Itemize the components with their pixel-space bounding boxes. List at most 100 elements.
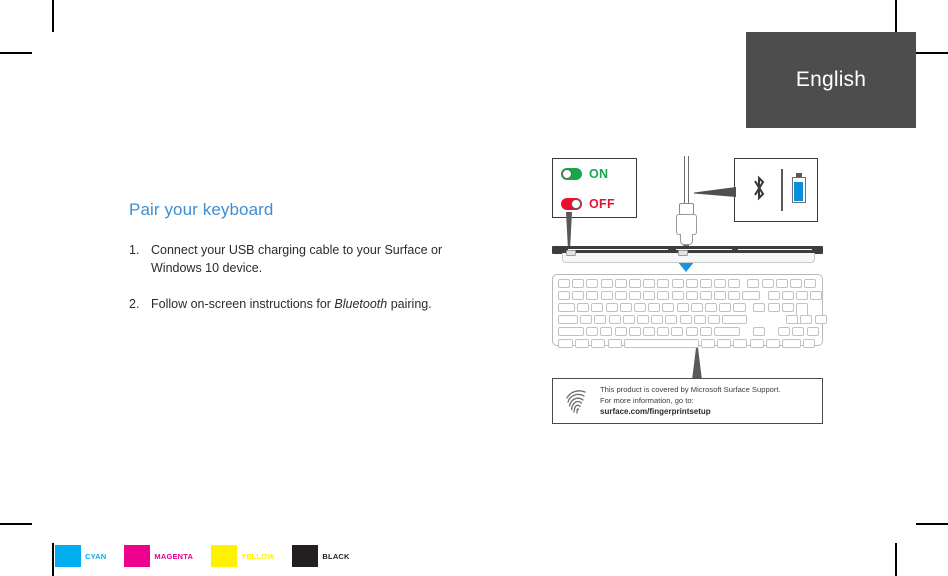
keyboard-key [803,339,816,348]
keyboard-key-enter [722,315,748,324]
keyboard-key [607,339,622,348]
color-swatch-magenta: MAGENTA [124,545,193,567]
step-text-emphasis: Bluetooth [334,296,388,311]
usb-c-connector-tip [680,234,693,245]
bluetooth-icon-glyph [754,175,765,201]
keyboard-key [704,303,717,312]
keyboard-key [628,291,641,300]
swatch-label: YELLOW [241,551,275,561]
step-text-part: Connect your USB charging cable to your … [151,243,443,275]
keyboard-key [642,327,655,336]
keyboard-key [591,339,606,348]
keyboard-key [767,303,780,312]
keyboard-key [671,279,684,288]
keyboard-key [572,291,585,300]
keyboard-key [728,279,741,288]
connectivity-panel [734,158,818,222]
support-url: surface.com/fingerprintsetup [600,407,711,417]
keyboard-key [614,327,627,336]
edge-highlight [738,248,812,251]
keyboard-key [665,315,678,324]
keyboard-key [753,303,766,312]
keyboard-key [781,339,801,348]
keyboard-underside [562,253,815,263]
keyboard-key [614,279,627,288]
keyboard-key [657,327,670,336]
pointer-to-power-switch [566,212,572,250]
keyboard-key [719,303,732,312]
keyboard-key [619,303,632,312]
swatch-label: MAGENTA [154,551,194,561]
keyboard-key [781,303,794,312]
keyboard-key [657,291,670,300]
keyboard-key-shift-right [713,327,740,336]
color-swatch-cyan: CYAN [55,545,106,567]
support-info-line2: For more information, go to: [600,396,694,405]
keyboard-key [600,291,613,300]
power-switch-on-row: ON [553,159,636,189]
keyboard-key [679,315,692,324]
keyboard-key [699,327,712,336]
toggle-off-icon [561,198,582,210]
print-color-bar: CYAN MAGENTA YELLOW BLACK [55,545,368,567]
page-canvas: English Pair your keyboard 1. Connect yo… [0,0,948,576]
keyboard-key [575,339,590,348]
keyboard-power-switch-port [566,250,576,256]
keyboard-key [814,315,827,324]
keyboard-key [810,291,823,300]
keyboard-row [558,315,827,324]
keyboard-key [806,327,819,336]
pointer-to-fingerprint-key [692,348,702,380]
swatch-label: CYAN [85,551,107,561]
keyboard-key [671,327,684,336]
keyboard-key [761,279,774,288]
keyboard-key [558,291,570,300]
keyboard-key [676,303,689,312]
keyboard-key [600,279,613,288]
fingerprint-icon [563,387,591,415]
keyboard-key [662,303,675,312]
keyboard-key [728,291,741,300]
crop-mark-top-right-vertical [895,0,897,32]
keyboard-key [622,315,635,324]
swatch-label: BLACK [322,551,350,561]
support-info-box: This product is covered by Microsoft Sur… [552,378,823,424]
keyboard-key [643,279,656,288]
keyboard-key-space [623,339,699,348]
keyboard-key [608,315,621,324]
keyboard-key [577,303,590,312]
keyboard-key [628,279,641,288]
page-title: Pair your keyboard [129,200,274,219]
keyboard-key [558,315,578,324]
keyboard-row [558,291,823,300]
battery-icon [791,173,806,203]
keyboard-key [614,291,627,300]
keyboard-key [651,315,664,324]
power-switch-panel: ON OFF [552,158,637,218]
swatch-block [292,545,319,567]
keyboard-top-view [552,274,827,348]
crop-mark-top-right-horizontal [916,52,948,54]
pointer-to-connectivity-panel [694,187,736,197]
panel-divider [781,169,783,211]
keyboard-key [685,279,698,288]
keyboard-key [778,327,791,336]
keyboard-key [781,291,794,300]
keyboard-key [699,279,712,288]
keyboard-key [775,279,788,288]
step-text-part: pairing. [387,296,432,311]
swatch-block [211,545,238,567]
battery-fill [794,181,804,201]
keyboard-row [558,339,816,348]
keyboard-key [633,303,646,312]
step-number: 2. [129,296,140,311]
keyboard-key [792,327,805,336]
step-text-part: Follow on-screen instructions for [151,296,335,311]
toggle-on-icon [561,168,582,180]
keyboard-key [707,315,720,324]
keyboard-key [733,339,748,348]
keyboard-key [628,327,641,336]
step-number: 1. [129,243,140,257]
step-text: Connect your USB charging cable to your … [151,242,489,278]
power-off-label: OFF [589,197,615,211]
